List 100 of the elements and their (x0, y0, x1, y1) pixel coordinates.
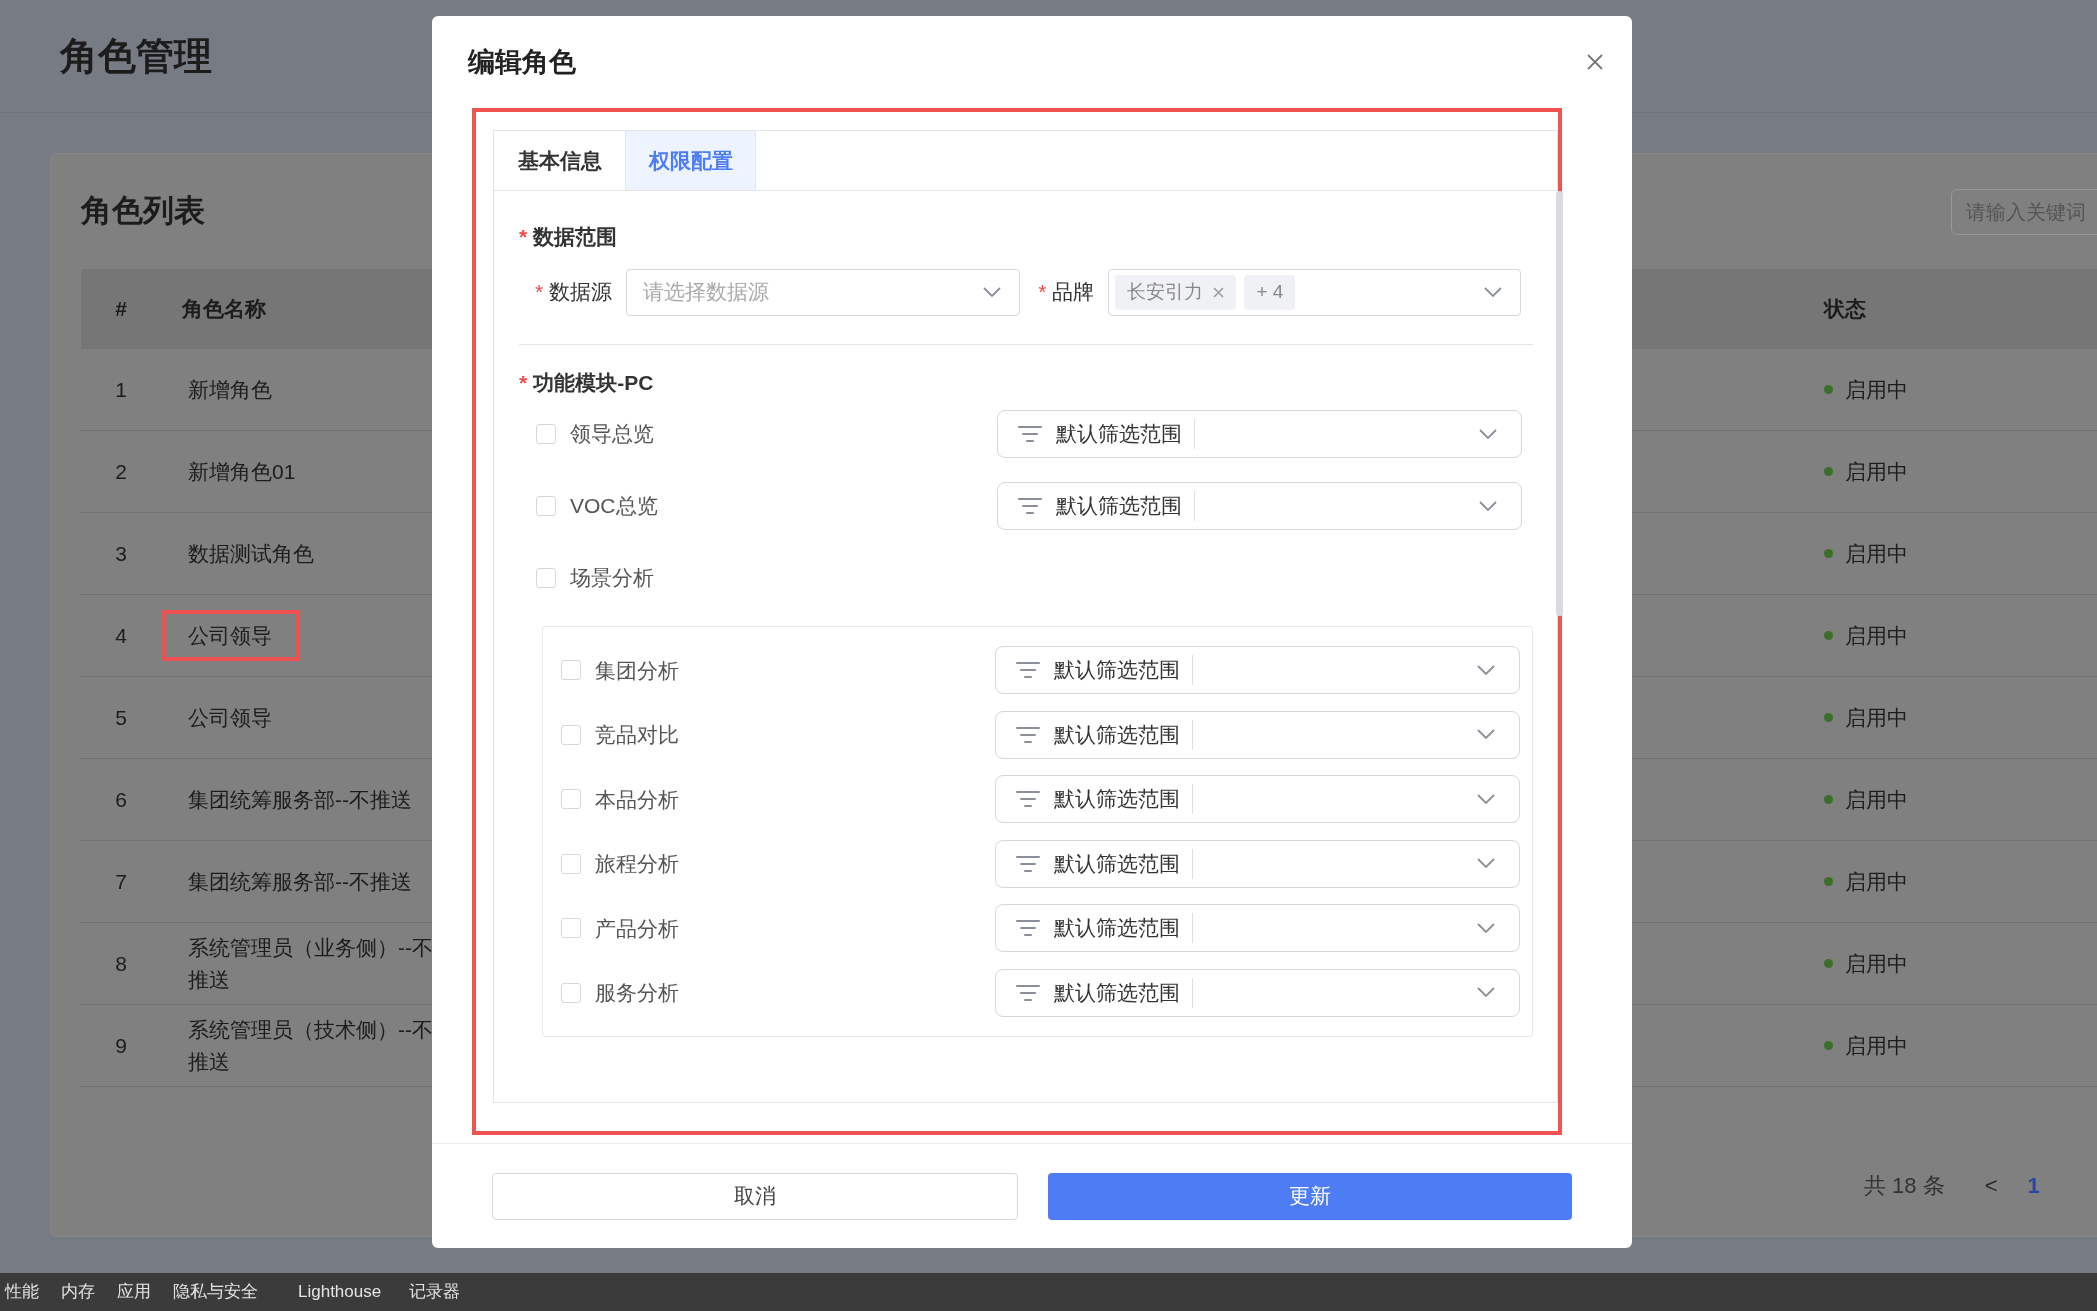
tag: 长安引力 (1115, 274, 1237, 310)
status-text: 启用中 (1845, 376, 1908, 403)
pagination-total: 共 18 条 (1864, 1172, 1945, 1200)
role-name: 公司领导 (187, 704, 273, 731)
dialog-title: 编辑角色 (468, 45, 576, 79)
devtools-tab[interactable]: 记录器 (409, 1279, 461, 1305)
scope-select[interactable]: 默认筛选范围 (995, 839, 1520, 888)
chevron-down-icon (1479, 428, 1497, 440)
column-header: 状态 (1824, 296, 1866, 323)
select-value: 默认筛选范围 (1054, 913, 1193, 944)
column-header: 角色名称 (181, 296, 267, 323)
table-cell-text: 8 (114, 950, 128, 977)
role-name: 公司领导 (161, 609, 299, 662)
devtools-tab[interactable]: 内存 (61, 1279, 95, 1305)
tag: + 4 (1244, 274, 1296, 310)
filter-icon (1016, 983, 1040, 1002)
filter-icon (1018, 497, 1042, 515)
role-name: 新增角色01 (187, 458, 297, 485)
devtools-tab[interactable]: Lighthouse (298, 1279, 382, 1305)
scrollbar-thumb[interactable] (1556, 191, 1563, 616)
status-text: 启用中 (1845, 950, 1908, 977)
cancel-button[interactable]: 取消 (492, 1172, 1018, 1220)
close-icon[interactable] (1586, 53, 1604, 71)
module-label: 本品分析 (595, 786, 679, 813)
checkbox[interactable] (536, 424, 556, 444)
field-label: * 数据源 (535, 279, 613, 306)
tab[interactable]: 基本信息 (494, 131, 625, 190)
module-label: 产品分析 (595, 915, 679, 942)
module-label: 集团分析 (595, 657, 679, 684)
update-button[interactable]: 更新 (1048, 1172, 1572, 1220)
card-title: 角色列表 (81, 192, 205, 231)
filter-icon (1016, 725, 1040, 744)
chevron-down-icon (1477, 729, 1495, 741)
required-mark: * (1038, 280, 1047, 304)
select-value: 默认筛选范围 (1054, 719, 1193, 750)
status-text: 启用中 (1845, 868, 1908, 895)
previous-page-button[interactable]: < (1984, 1169, 1998, 1202)
checkbox[interactable] (536, 568, 556, 588)
chevron-down-icon (1477, 664, 1495, 676)
module-label: 领导总览 (570, 421, 654, 448)
table-cell-text: 7 (114, 868, 128, 895)
select-value: 默认筛选范围 (1056, 419, 1195, 449)
section-title: * 数据范围 (519, 224, 619, 250)
column-header: # (114, 296, 128, 323)
chevron-down-icon (1479, 500, 1497, 512)
role-name: 集团统筹服务部--不推送 (187, 868, 413, 895)
devtools-tab[interactable]: 应用 (117, 1279, 151, 1305)
status-text: 启用中 (1845, 540, 1908, 567)
checkbox[interactable] (561, 853, 581, 874)
filter-icon (1018, 425, 1042, 443)
checkbox[interactable] (561, 918, 581, 939)
table-cell-text: 3 (114, 540, 128, 567)
select-value: 默认筛选范围 (1056, 491, 1195, 521)
role-name: 系统管理员（技术侧）--不推送 (187, 1017, 434, 1075)
table-cell-text: 5 (114, 704, 128, 731)
table-cell-text: 1 (114, 376, 128, 403)
select-value: 默认筛选范围 (1054, 784, 1193, 815)
select-value: 默认筛选范围 (1054, 655, 1193, 686)
chevron-down-icon (1477, 922, 1495, 934)
scope-select[interactable]: 默认筛选范围 (997, 410, 1522, 458)
status-text: 启用中 (1845, 458, 1908, 485)
scope-select[interactable]: 默认筛选范围 (997, 482, 1522, 530)
status-text: 启用中 (1845, 622, 1908, 649)
module-label: 服务分析 (595, 980, 679, 1006)
module-label: VOC总览 (570, 493, 658, 520)
checkbox[interactable] (561, 660, 581, 681)
devtools-tab[interactable]: 隐私与安全 (173, 1279, 258, 1305)
role-name: 新增角色 (187, 376, 273, 403)
field-label: * 品牌 (1038, 279, 1095, 306)
role-name: 数据测试角色 (187, 540, 315, 567)
checkbox[interactable] (536, 496, 556, 516)
status-text: 启用中 (1845, 1032, 1908, 1059)
required-mark: * (519, 225, 528, 248)
module-label: 竞品对比 (595, 722, 679, 748)
filter-icon (1016, 790, 1040, 809)
role-name: 系统管理员（业务侧）--不推送 (187, 935, 434, 993)
scope-select[interactable]: 默认筛选范围 (995, 904, 1520, 953)
scope-select[interactable]: 默认筛选范围 (995, 775, 1520, 824)
chevron-down-icon (1477, 858, 1495, 870)
table-cell-text: 4 (114, 622, 128, 649)
select-value: 默认筛选范围 (1054, 977, 1193, 1008)
chevron-down-icon (1477, 987, 1495, 999)
required-mark: * (535, 280, 544, 304)
checkbox[interactable] (561, 982, 581, 1003)
status-text: 启用中 (1845, 704, 1908, 731)
chevron-down-icon (1477, 793, 1495, 805)
filter-icon (1016, 661, 1040, 680)
filter-icon (1016, 919, 1040, 938)
section-title: * 功能模块-PC (519, 369, 655, 396)
checkbox[interactable] (561, 789, 581, 810)
devtools-tab[interactable]: 性能 (5, 1279, 39, 1305)
scope-select[interactable]: 默认筛选范围 (995, 710, 1520, 759)
role-name: 集团统筹服务部--不推送 (187, 786, 413, 813)
close-icon[interactable] (1213, 286, 1225, 298)
module-label: 旅程分析 (595, 851, 679, 877)
filter-icon (1016, 854, 1040, 873)
page-title: 角色管理 (60, 33, 212, 79)
scope-select[interactable]: 默认筛选范围 (995, 646, 1520, 695)
scope-select[interactable]: 默认筛选范围 (995, 968, 1520, 1017)
checkbox[interactable] (561, 724, 581, 745)
